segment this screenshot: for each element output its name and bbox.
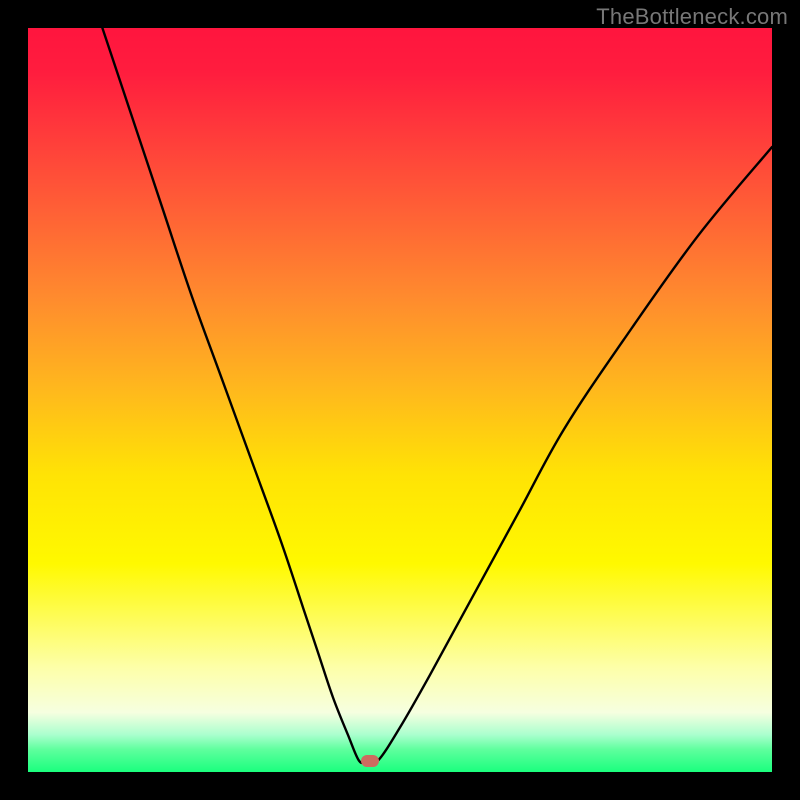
- chart-frame: TheBottleneck.com: [0, 0, 800, 800]
- bottleneck-curve: [102, 28, 772, 764]
- plot-area: [28, 28, 772, 772]
- minimum-marker: [361, 755, 379, 767]
- curve-svg: [28, 28, 772, 772]
- watermark-text: TheBottleneck.com: [596, 4, 788, 30]
